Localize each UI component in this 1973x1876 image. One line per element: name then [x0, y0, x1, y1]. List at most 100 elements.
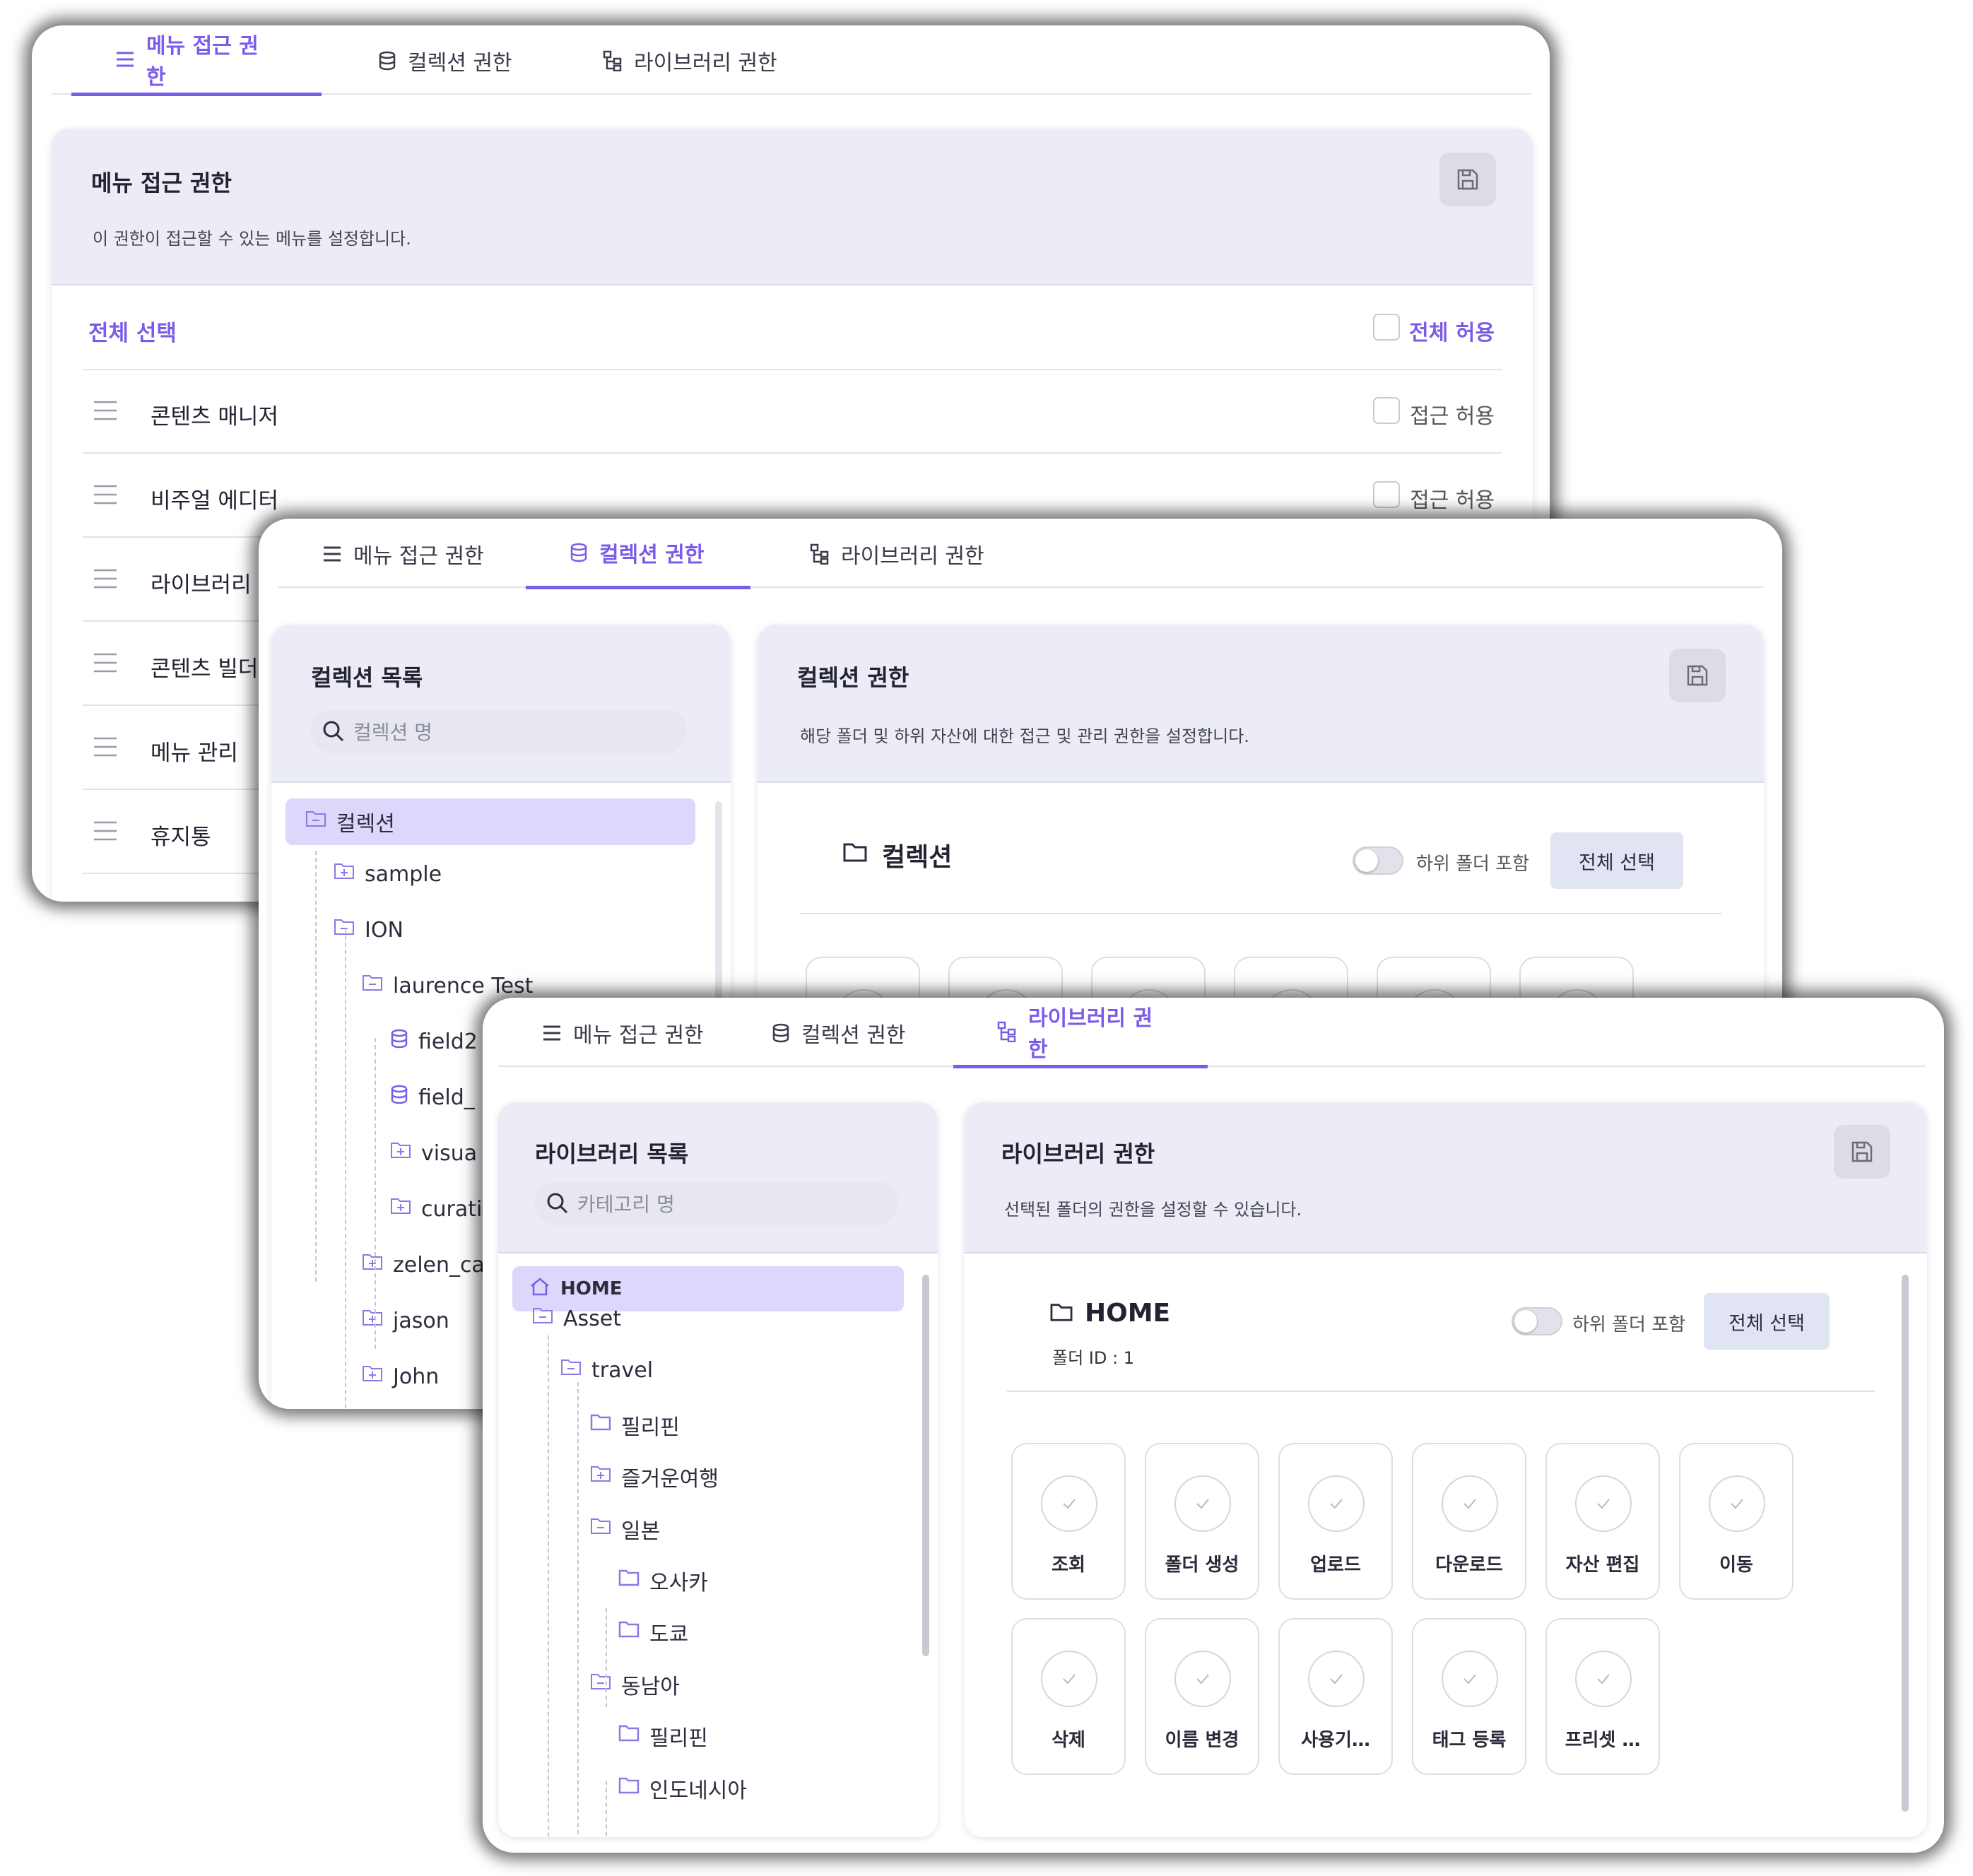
folder-plus-icon [362, 1308, 383, 1333]
tab-label: 컬렉션 권한 [801, 1023, 906, 1048]
permission-option[interactable]: 이동 [1679, 1443, 1794, 1600]
drag-handle-icon[interactable] [93, 568, 118, 589]
permission-option[interactable]: 태그 등록 [1412, 1618, 1526, 1775]
tree-node-label: 도쿄 [649, 1622, 689, 1648]
tab-collection[interactable]: 컬렉션 권한 [334, 25, 556, 96]
tab-menu-access[interactable]: 메뉴 접근 권한 [498, 998, 748, 1068]
drag-handle-icon[interactable] [93, 400, 118, 421]
tab-collection[interactable]: 컬렉션 권한 [526, 519, 750, 589]
folder-icon [618, 1568, 640, 1593]
tree-node-label: 인도네시아 [649, 1778, 747, 1803]
tree-node[interactable]: 도쿄 [618, 1617, 688, 1648]
select-all-button[interactable]: 전체 선택 [1550, 832, 1683, 889]
drag-handle-icon[interactable] [93, 736, 118, 757]
tree-guide-line [548, 1335, 549, 1837]
permission-option[interactable]: 삭제 [1011, 1618, 1126, 1775]
permission-option[interactable]: 자산 편집 [1545, 1443, 1660, 1600]
tree-node[interactable]: visua [390, 1140, 477, 1166]
select-all-label[interactable]: 전체 선택 [88, 315, 177, 347]
tab-menu-access[interactable]: 메뉴 접근 권한 [71, 25, 322, 96]
drag-handle-icon[interactable] [93, 820, 118, 842]
tree-node[interactable]: ION [334, 917, 404, 943]
permission-option[interactable]: 조회 [1011, 1443, 1126, 1600]
collection-search-input[interactable]: 컬렉션 명 [311, 709, 687, 753]
search-placeholder: 컬렉션 명 [353, 721, 432, 744]
tree-guide-line [375, 1038, 376, 1349]
tab-library[interactable]: 라이브러리 권한 [559, 25, 821, 96]
tree-node[interactable]: zelen_ca [362, 1252, 485, 1278]
tab-library[interactable]: 라이브러리 권한 [953, 998, 1208, 1068]
search-placeholder: 카테고리 명 [577, 1193, 675, 1216]
tree-node-label: John [393, 1364, 440, 1389]
tree-node[interactable]: 일본 [590, 1514, 660, 1545]
folder-minus-icon [590, 1672, 611, 1697]
allow-access-checkbox[interactable] [1373, 481, 1400, 508]
include-subfolder-toggle[interactable] [1512, 1307, 1562, 1335]
tree-node-label: ION [365, 917, 404, 943]
drag-handle-icon[interactable] [93, 652, 118, 673]
tab-menu-access[interactable]: 메뉴 접근 권한 [278, 519, 528, 589]
tree-scrollbar[interactable] [922, 1275, 929, 1656]
tree-node-label: 일본 [621, 1518, 661, 1544]
tree-node[interactable]: 즐거운여행 [590, 1461, 719, 1492]
tab-label: 메뉴 접근 권한 [146, 33, 259, 90]
permission-option[interactable]: 폴더 생성 [1145, 1443, 1259, 1600]
save-button[interactable] [1669, 649, 1726, 702]
save-button[interactable] [1439, 153, 1496, 206]
card-header: 라이브러리 목록 카테고리 명 [498, 1102, 938, 1253]
menu-label: 휴지통 [151, 825, 211, 850]
tree-node[interactable]: HOME [512, 1266, 904, 1311]
folder-plus-icon [390, 1196, 411, 1222]
tree-node[interactable]: field_ [390, 1085, 475, 1110]
tree-node[interactable]: Asset [532, 1306, 621, 1331]
folder-plus-icon [590, 1464, 611, 1489]
folder-icon [618, 1776, 640, 1801]
permission-option[interactable]: 프리셋 … [1545, 1618, 1660, 1775]
permission-label: 자산 편집 [1565, 1555, 1640, 1576]
tree-node[interactable]: 필리핀 [618, 1721, 708, 1752]
tree-node[interactable]: 컬렉션 [285, 798, 695, 845]
folder-plus-icon [334, 861, 355, 887]
search-icon [323, 721, 344, 742]
library-list-card: 라이브러리 목록 카테고리 명 HOME Asset travel 필리핀 즐거운여행 일… [498, 1102, 938, 1837]
tree-node[interactable]: 필리핀 [590, 1410, 680, 1441]
permission-option[interactable]: 업로드 [1278, 1443, 1393, 1600]
folder-minus-icon [590, 1516, 611, 1542]
panel-scrollbar[interactable] [1902, 1275, 1909, 1812]
tree-node-label: HOME [560, 1278, 623, 1299]
tree-node[interactable]: 오사카 [618, 1565, 708, 1596]
tree-node[interactable]: laurence Test [362, 973, 533, 998]
tree-node[interactable]: sample [334, 861, 442, 887]
select-all-button[interactable]: 전체 선택 [1704, 1293, 1830, 1350]
select-all-row: 전체 선택 전체 허용 [83, 287, 1502, 370]
folder-icon [843, 843, 867, 862]
allow-access-checkbox[interactable] [1373, 397, 1400, 424]
folder-minus-icon [305, 809, 326, 834]
tree-node[interactable]: travel [560, 1357, 653, 1383]
tree-node-label: visua [421, 1140, 478, 1166]
tab-library[interactable]: 라이브러리 권한 [766, 519, 1028, 589]
tab-collection[interactable]: 컬렉션 권한 [728, 998, 950, 1068]
drag-handle-icon[interactable] [93, 484, 118, 505]
database-icon [570, 543, 587, 562]
library-permission-window: 메뉴 접근 권한 컬렉션 권한 라이브러리 권한 라이브러리 목록 카테고리 명… [483, 998, 1944, 1853]
tree-guide-line [345, 928, 346, 1409]
tree-node[interactable]: curati [390, 1196, 482, 1222]
save-icon [1457, 169, 1478, 190]
tree-node[interactable]: field2 [390, 1029, 478, 1054]
tab-label: 라이브러리 권한 [1028, 1005, 1153, 1062]
tab-label: 메뉴 접근 권한 [573, 1023, 704, 1048]
include-subfolder-toggle[interactable] [1353, 846, 1403, 875]
tree-node[interactable]: 동남아 [590, 1669, 680, 1700]
menu-label: 콘텐츠 매니저 [151, 404, 278, 430]
folder-id: 폴더 ID : 1 [1052, 1348, 1134, 1368]
category-search-input[interactable]: 카테고리 명 [535, 1181, 898, 1225]
allow-all-checkbox[interactable] [1373, 314, 1400, 341]
permission-option[interactable]: 이름 변경 [1145, 1618, 1259, 1775]
tree-node[interactable]: John [362, 1364, 439, 1389]
tree-node[interactable]: 인도네시아 [618, 1773, 747, 1804]
permission-option[interactable]: 다운로드 [1412, 1443, 1526, 1600]
tree-node-label: laurence Test [393, 973, 534, 998]
permission-option[interactable]: 사용기… [1278, 1618, 1393, 1775]
save-button[interactable] [1834, 1125, 1890, 1179]
